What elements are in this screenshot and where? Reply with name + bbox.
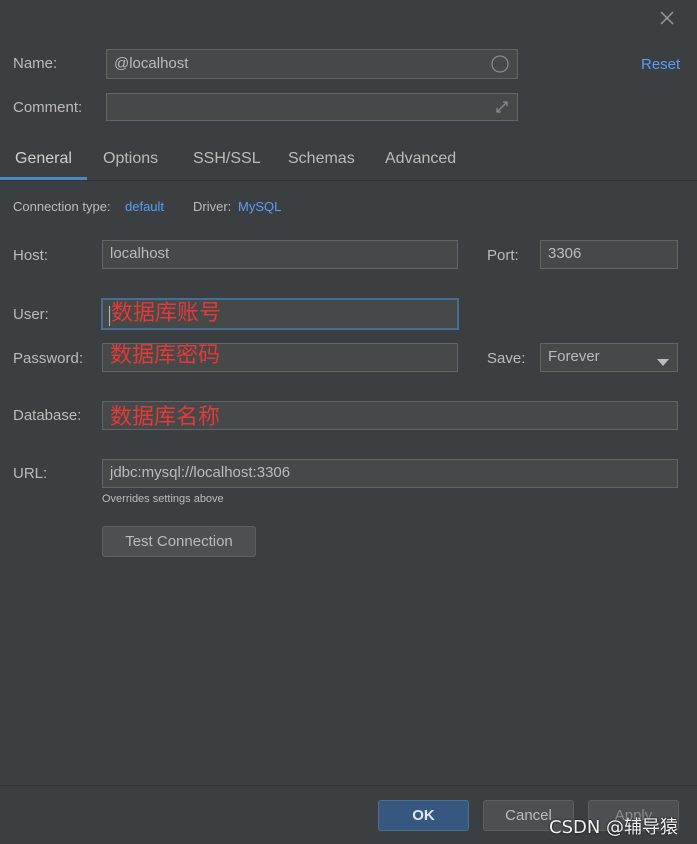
color-circle-icon[interactable] (491, 55, 509, 73)
ok-label: OK (412, 807, 435, 824)
reset-link[interactable]: Reset (641, 56, 680, 73)
expand-icon[interactable] (494, 99, 510, 115)
name-value: @localhost (114, 55, 189, 72)
tab-general[interactable]: General (15, 150, 72, 168)
database-annotation: 数据库名称 (110, 405, 221, 430)
driver-label: Driver: (193, 199, 232, 214)
watermark: CSDN @辅导猿 (549, 817, 679, 838)
tab-options[interactable]: Options (103, 150, 158, 168)
password-label: Password: (13, 350, 84, 367)
tab-schemas[interactable]: Schemas (288, 150, 355, 168)
port-value: 3306 (548, 245, 582, 262)
port-input[interactable]: 3306 (540, 240, 678, 269)
user-annotation: 数据库账号 (111, 301, 222, 326)
host-label: Host: (13, 247, 49, 264)
comment-label: Comment: (13, 99, 83, 116)
connection-type-link[interactable]: default (125, 199, 164, 214)
host-value: localhost (110, 245, 170, 262)
database-label: Database: (13, 407, 82, 424)
port-label: Port: (487, 247, 519, 264)
save-label: Save: (487, 350, 526, 367)
name-field[interactable]: @localhost (106, 49, 518, 79)
close-icon[interactable] (659, 10, 675, 26)
cancel-label: Cancel (505, 807, 552, 824)
save-value: Forever (548, 348, 600, 365)
connection-type-label: Connection type: (13, 199, 111, 214)
comment-field[interactable] (106, 93, 518, 121)
driver-link[interactable]: MySQL (238, 199, 281, 214)
user-input[interactable]: 数据库账号 (101, 298, 459, 330)
tab-advanced[interactable]: Advanced (385, 150, 456, 168)
host-input[interactable]: localhost (102, 240, 458, 269)
tab-divider (0, 180, 697, 181)
url-input[interactable]: jdbc:mysql://localhost:3306 (102, 459, 678, 488)
test-connection-label: Test Connection (125, 533, 233, 550)
name-label: Name: (13, 55, 58, 72)
user-label: User: (13, 306, 49, 323)
text-cursor (109, 306, 110, 327)
footer-divider (0, 785, 697, 786)
url-label: URL: (13, 465, 48, 482)
test-connection-button[interactable]: Test Connection (102, 526, 256, 557)
chevron-down-icon (657, 354, 669, 366)
database-input[interactable]: 数据库名称 (102, 401, 678, 430)
password-annotation: 数据库密码 (110, 343, 221, 368)
ok-button[interactable]: OK (378, 800, 469, 831)
password-input[interactable]: 数据库密码 (102, 343, 458, 372)
url-hint: Overrides settings above (102, 493, 224, 505)
tab-ssh-ssl[interactable]: SSH/SSL (193, 150, 261, 168)
url-value: jdbc:mysql://localhost:3306 (110, 464, 291, 481)
